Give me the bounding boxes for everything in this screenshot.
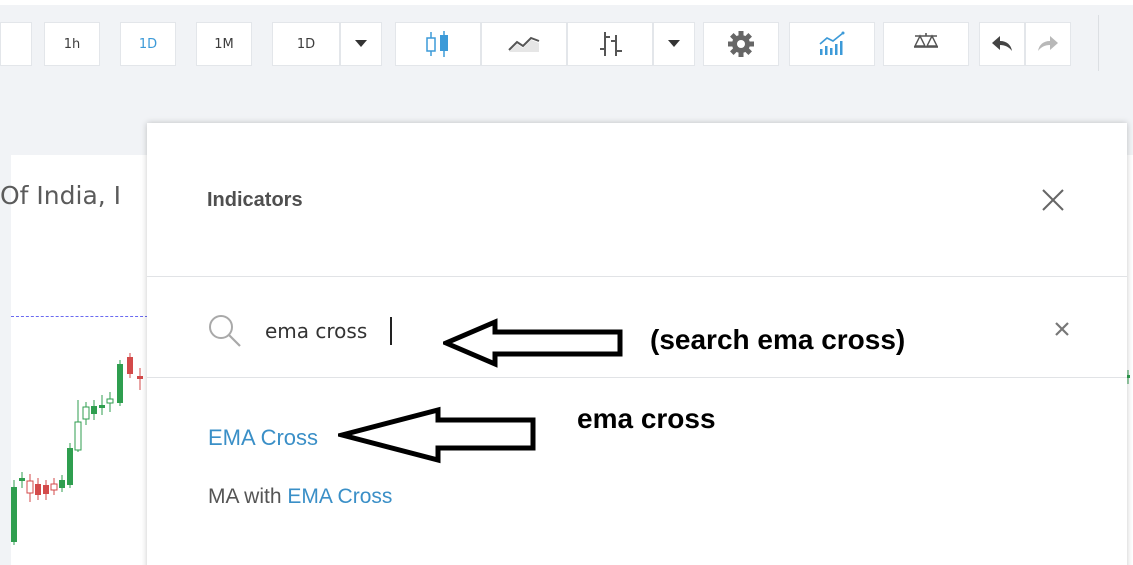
chart-type-candles-button[interactable] — [395, 22, 481, 66]
chart-toolbar: 1h 1D 1M 1D — [0, 5, 1133, 85]
candle — [91, 406, 97, 414]
candle — [43, 485, 49, 494]
chevron-down-icon — [668, 40, 680, 47]
toolbar-left-edge — [0, 22, 32, 66]
interval-label: 1D — [296, 36, 316, 52]
interval-label: 1h — [63, 36, 81, 52]
annotation-arrow-search — [443, 318, 623, 368]
candles-icon — [426, 31, 448, 57]
candle — [50, 483, 58, 491]
indicators-dialog: Indicators EMA Cross MA with EMA Cross — [147, 123, 1127, 565]
compare-icon — [913, 33, 939, 48]
interval-button-1h[interactable]: 1h — [44, 22, 100, 66]
result-match: EMA Cross — [287, 485, 393, 508]
result-prefix: MA with — [208, 485, 288, 508]
interval-button-1m[interactable]: 1M — [196, 22, 252, 66]
close-icon[interactable] — [1040, 187, 1066, 213]
chart-type-dropdown-button[interactable] — [653, 22, 695, 66]
candle — [59, 480, 65, 488]
price-candles — [11, 353, 143, 545]
search-icon — [209, 315, 241, 347]
redo-button[interactable] — [1025, 22, 1071, 66]
divider — [147, 276, 1127, 277]
interval-label: 1D — [138, 36, 158, 52]
interval-button-1d[interactable]: 1D — [120, 22, 176, 66]
interval-button-custom[interactable]: 1D — [272, 22, 340, 66]
result-ma-with-ema-cross[interactable]: MA with EMA Cross — [208, 485, 392, 509]
indicators-icon — [819, 31, 845, 55]
candle — [82, 406, 90, 420]
settings-button[interactable] — [703, 22, 779, 66]
text-caret — [390, 317, 392, 345]
dialog-title: Indicators — [207, 189, 303, 211]
price-line — [11, 316, 148, 317]
result-ema-cross[interactable]: EMA Cross — [208, 425, 318, 451]
candle — [137, 376, 143, 379]
candle — [127, 357, 133, 374]
chart-type-bars-button[interactable] — [567, 22, 653, 66]
candle — [99, 405, 105, 408]
annotation-search-note: (search ema cross) — [650, 324, 906, 355]
redo-icon — [1038, 36, 1058, 51]
candle — [74, 421, 82, 451]
compare-button[interactable] — [883, 22, 969, 66]
symbol-title: Of India, I — [0, 181, 122, 210]
candle — [19, 478, 25, 481]
indicators-button[interactable] — [789, 22, 875, 66]
annotation-arrow-result — [338, 406, 536, 464]
candle — [26, 480, 34, 494]
toolbar-separator — [1098, 15, 1099, 71]
gear-icon — [728, 31, 754, 57]
bars-icon — [600, 32, 622, 56]
annotation-result-note: ema cross — [577, 403, 716, 434]
undo-button[interactable] — [979, 22, 1025, 66]
candle — [106, 398, 114, 404]
chart-type-area-button[interactable] — [481, 22, 567, 66]
interval-label: 1M — [214, 36, 234, 52]
clear-search-icon[interactable] — [1052, 319, 1072, 339]
candle — [67, 448, 73, 485]
candle — [117, 364, 123, 403]
undo-icon — [992, 36, 1012, 51]
chevron-down-icon — [355, 40, 367, 47]
divider — [147, 377, 1127, 378]
candle — [11, 487, 17, 542]
area-line-icon — [508, 36, 540, 52]
candle — [35, 484, 41, 495]
interval-dropdown-button[interactable] — [340, 22, 382, 66]
